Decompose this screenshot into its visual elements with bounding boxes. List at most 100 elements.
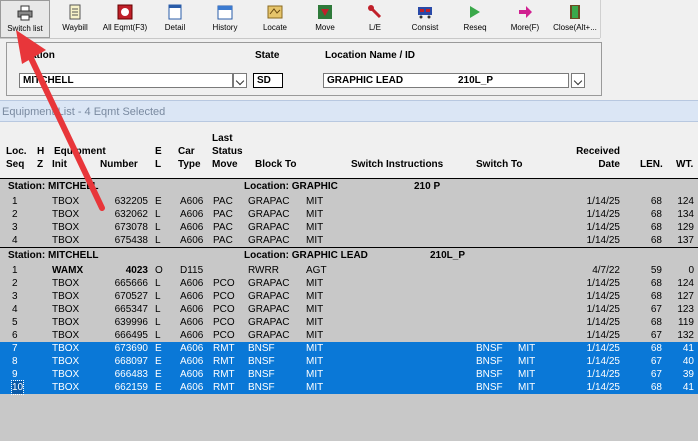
cell-el: L (155, 330, 161, 341)
cell-switch-instr2: MIT (518, 343, 536, 354)
cell-el: L (155, 304, 161, 315)
table-row[interactable]: 7 TBOX 673690 E A606 RMT BNSF MIT BNSF MIT 1/14/25… (0, 342, 698, 355)
switch-list-button[interactable]: Switch list (0, 0, 50, 38)
table-row[interactable]: 6 TBOX 666495 L A606 PCO GRAPAC MIT 1/14/25 67 132 (0, 329, 698, 342)
cell-seq: 2 (12, 209, 18, 220)
cell-block: BNSF (248, 356, 275, 367)
table-row[interactable]: 9 TBOX 666483 E A606 RMT BNSF MIT BNSF MIT 1/14/25… (0, 368, 698, 381)
history-button[interactable]: History (200, 0, 250, 38)
col-status[interactable]: Status (212, 145, 243, 158)
more-button[interactable]: More(F) (500, 0, 550, 38)
locate-button[interactable]: Locate (250, 0, 300, 38)
cell-instr: MIT (306, 235, 324, 246)
col-seq[interactable]: Seq (6, 158, 24, 171)
col-received[interactable]: Received (560, 145, 620, 158)
col-move[interactable]: Move (212, 158, 238, 171)
col-loc[interactable]: Loc. (6, 145, 27, 158)
table-row[interactable]: 1 TBOX 632205 E A606 PAC GRAPAC MIT 1/14/25 68 124 (0, 195, 698, 208)
group-location-id: 210L_P (430, 250, 466, 261)
cell-block: GRAPAC (248, 317, 290, 328)
cell-num: 666483 (114, 369, 148, 380)
cell-num: 675438 (114, 235, 148, 246)
cell-init: TBOX (52, 196, 80, 207)
col-switch-instructions[interactable]: Switch Instructions (351, 158, 443, 171)
table-row[interactable]: 3 TBOX 670527 L A606 PCO GRAPAC MIT 1/14/25 68 127 (0, 290, 698, 303)
consist-button[interactable]: Consist (400, 0, 450, 38)
cell-seq: 6 (12, 330, 18, 341)
arrow-right-icon (519, 6, 532, 18)
table-row[interactable]: 3 TBOX 673078 L A606 PAC GRAPAC MIT 1/14/25 68 129 (0, 221, 698, 234)
table-row[interactable]: 5 TBOX 639996 L A606 PCO GRAPAC MIT 1/14/25 68 119 (0, 316, 698, 329)
cell-seq: 2 (12, 278, 18, 289)
cell-instr: MIT (306, 356, 324, 367)
state-label: State (255, 50, 280, 61)
cell-wt: 124 (677, 278, 694, 289)
station-select[interactable]: MITCHELL (19, 73, 233, 88)
col-car[interactable]: Car (178, 145, 195, 158)
table-row[interactable]: 1 WAMX 4023 O D115 RWRR AGT 4/7/22 59 0 (0, 264, 698, 277)
toolbar-label: Close(Alt+... (553, 23, 597, 32)
cell-instr: MIT (306, 317, 324, 328)
detail-button[interactable]: Detail (150, 0, 200, 38)
cell-date: 1/14/25 (586, 209, 620, 220)
col-wt[interactable]: WT. (676, 158, 693, 171)
location-select[interactable]: GRAPHIC LEAD 210L_P (323, 73, 569, 88)
train-icon (418, 7, 432, 19)
location-dropdown-button[interactable] (571, 73, 585, 88)
cell-seq: 3 (12, 291, 18, 302)
cell-block: GRAPAC (248, 235, 290, 246)
col-date[interactable]: Date (560, 158, 620, 171)
col-e[interactable]: E (155, 145, 162, 158)
cell-wt: 0 (688, 265, 694, 276)
move-button[interactable]: Move (300, 0, 350, 38)
table-row[interactable]: 2 TBOX 665666 L A606 PCO GRAPAC MIT 1/14/25 68 124 (0, 277, 698, 290)
col-last[interactable]: Last (212, 132, 233, 145)
le-button[interactable]: L/E (350, 0, 400, 38)
col-h[interactable]: H (37, 145, 44, 158)
cell-len: 68 (650, 278, 662, 289)
table-row[interactable]: 2 TBOX 632062 L A606 PAC GRAPAC MIT 1/14/25 68 134 (0, 208, 698, 221)
table-row[interactable]: 10 TBOX 662159 E A606 RMT BNSF MIT BNSF MIT 1/14/2… (0, 380, 698, 395)
cell-init: TBOX (52, 330, 80, 341)
cell-len: 68 (650, 291, 662, 302)
col-switch-to[interactable]: Switch To (476, 158, 522, 171)
state-field[interactable]: SD (253, 73, 283, 88)
toolbar-blank (600, 0, 698, 38)
col-block-to[interactable]: Block To (255, 158, 296, 171)
cell-move: PAC (213, 235, 233, 246)
cell-switch-to: BNSF (476, 356, 503, 367)
cell-len: 67 (650, 369, 662, 380)
col-len[interactable]: LEN. (640, 158, 663, 171)
table-row[interactable]: 4 TBOX 665347 L A606 PCO GRAPAC MIT 1/14/25 67 123 (0, 303, 698, 316)
cell-len: 68 (650, 343, 662, 354)
col-equipment[interactable]: Equipment (54, 145, 106, 158)
cell-type: A606 (180, 235, 204, 246)
cell-seq: 4 (12, 304, 18, 315)
col-l[interactable]: L (155, 158, 161, 171)
cell-el: E (155, 343, 162, 354)
table-row[interactable]: 4 TBOX 675438 L A606 PAC GRAPAC MIT 1/14/25 68 137 (0, 234, 698, 247)
cell-seq: 10 (10, 380, 25, 395)
cell-init: WAMX (52, 265, 84, 276)
col-number[interactable]: Number (100, 158, 138, 171)
table-row[interactable]: 8 TBOX 668097 E A606 RMT BNSF MIT BNSF MIT 1/14/25… (0, 355, 698, 368)
cell-init: TBOX (52, 209, 80, 220)
cell-wt: 124 (677, 196, 694, 207)
cell-num: 666495 (114, 330, 148, 341)
station-dropdown-button[interactable] (233, 73, 247, 88)
cell-seq: 4 (12, 235, 18, 246)
cell-type: A606 (180, 304, 204, 315)
col-type[interactable]: Type (178, 158, 201, 171)
window-icon (168, 4, 182, 20)
equipment-grid[interactable]: Station: MITCHELL Location: GRAPHIC 210 P 1… (0, 179, 698, 441)
reseq-button[interactable]: Reseq (450, 0, 500, 38)
group-location-id: 210 P (414, 181, 441, 192)
all-eqmt-button[interactable]: All Eqmt(F3) (100, 0, 150, 38)
cell-move: PCO (213, 330, 235, 341)
close-button[interactable]: Close(Alt+... (550, 0, 600, 38)
col-init[interactable]: Init (52, 158, 67, 171)
col-z[interactable]: Z (37, 158, 43, 171)
cell-type: A606 (180, 369, 204, 380)
waybill-button[interactable]: Waybill (50, 0, 100, 38)
cell-move: RMT (213, 356, 235, 367)
